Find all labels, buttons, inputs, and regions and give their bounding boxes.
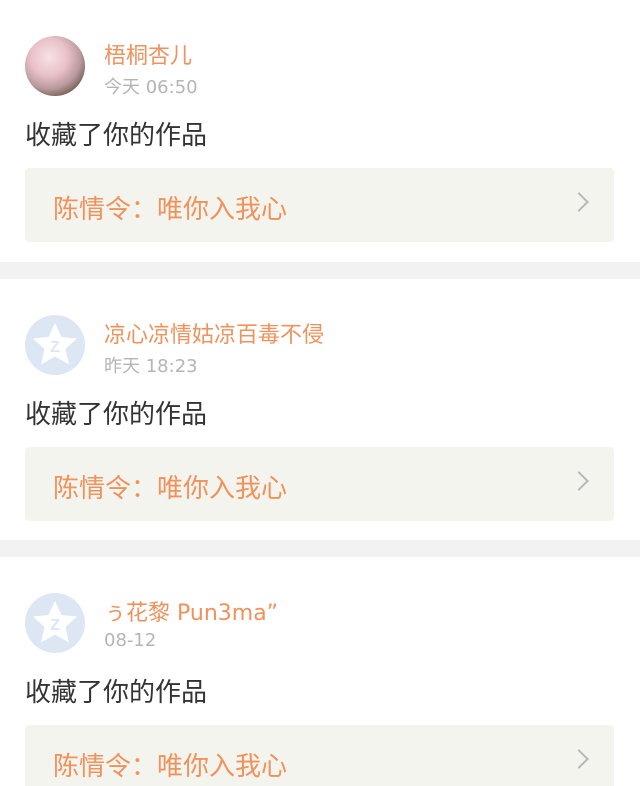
svg-text:Z: Z bbox=[50, 339, 60, 356]
chevron-right-icon bbox=[569, 471, 589, 491]
action-text: 收藏了你的作品 bbox=[25, 400, 208, 430]
avatar[interactable] bbox=[25, 36, 85, 96]
work-title: 陈情令：唯你入我心 bbox=[53, 195, 288, 225]
default-avatar-icon: Z bbox=[33, 601, 77, 643]
chevron-right-icon bbox=[569, 192, 589, 212]
notification-feed: 梧桐杏儿 今天 06:50 收藏了你的作品 陈情令：唯你入我心 Z 凉心凉情姑凉… bbox=[0, 0, 640, 786]
action-text: 收藏了你的作品 bbox=[25, 121, 208, 151]
work-link[interactable]: 陈情令：唯你入我心 bbox=[25, 447, 614, 521]
avatar[interactable]: Z bbox=[25, 315, 85, 375]
timestamp: 昨天 18:23 bbox=[104, 356, 198, 377]
svg-text:Z: Z bbox=[50, 617, 60, 634]
work-title: 陈情令：唯你入我心 bbox=[53, 474, 288, 504]
notification-item: Z ぅ花黎 Pun3ma” 08-12 收藏了你的作品 陈情令：唯你入我心 bbox=[0, 557, 640, 786]
timestamp: 今天 06:50 bbox=[104, 77, 198, 98]
user-name[interactable]: 凉心凉情姑凉百毒不侵 bbox=[104, 317, 324, 349]
avatar[interactable]: Z bbox=[25, 593, 85, 653]
user-name[interactable]: 梧桐杏儿 bbox=[104, 38, 192, 70]
notification-item: 梧桐杏儿 今天 06:50 收藏了你的作品 陈情令：唯你入我心 bbox=[0, 0, 640, 262]
chevron-right-icon bbox=[569, 749, 589, 769]
default-avatar-icon: Z bbox=[33, 323, 77, 365]
work-link[interactable]: 陈情令：唯你入我心 bbox=[25, 168, 614, 242]
divider bbox=[0, 262, 640, 279]
action-text: 收藏了你的作品 bbox=[25, 678, 208, 708]
divider bbox=[0, 540, 640, 557]
timestamp: 08-12 bbox=[104, 630, 157, 651]
user-name[interactable]: ぅ花黎 Pun3ma” bbox=[104, 595, 278, 627]
work-link[interactable]: 陈情令：唯你入我心 bbox=[25, 725, 614, 786]
work-title: 陈情令：唯你入我心 bbox=[53, 752, 288, 782]
notification-item: Z 凉心凉情姑凉百毒不侵 昨天 18:23 收藏了你的作品 陈情令：唯你入我心 bbox=[0, 279, 640, 540]
